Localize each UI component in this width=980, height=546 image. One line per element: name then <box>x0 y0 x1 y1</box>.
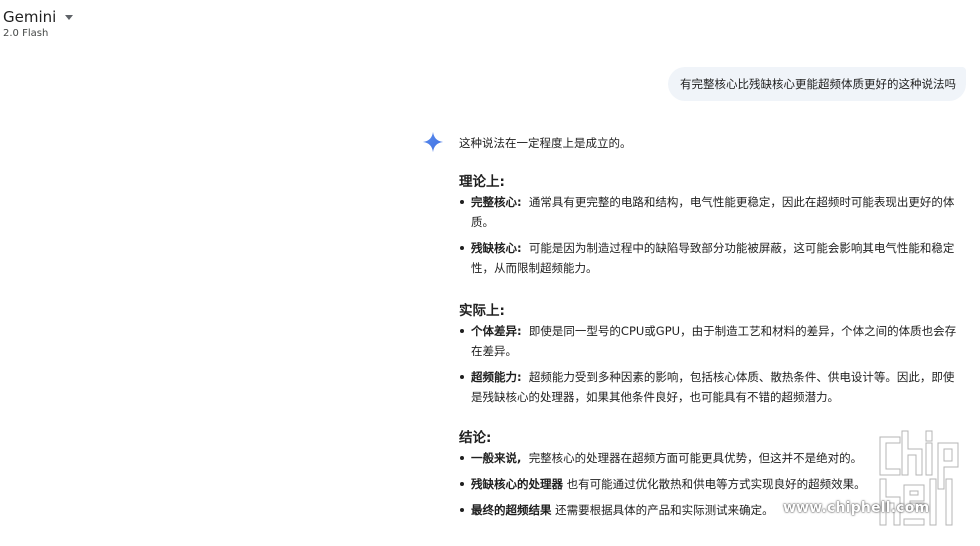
section-heading-practice: 实际上: <box>459 303 505 319</box>
list-item-text: 还需要根据具体的产品和实际测试来确定。 <box>555 503 774 517</box>
list-item-term: 完整核心: <box>471 195 522 209</box>
model-version: 2.0 Flash <box>3 28 49 39</box>
theory-list: 完整核心: 通常具有更完整的电路和结构，电气性能更稳定，因此在超频时可能表现出更… <box>459 192 959 278</box>
practice-list: 个体差异: 即使是同一型号的CPU或GPU，由于制造工艺和材料的差异，个体之间的… <box>459 321 959 407</box>
list-item-term: 残缺核心的处理器 <box>471 477 563 491</box>
section-heading-theory: 理论上: <box>459 174 505 190</box>
list-item-term: 个体差异: <box>471 324 522 338</box>
list-item-text: 也有可能通过优化散热和供电等方式实现良好的超频效果。 <box>566 477 866 491</box>
list-item-term: 最终的超频结果 <box>471 503 552 517</box>
list-item-term: 残缺核心: <box>471 241 522 255</box>
list-item-text: 即使是同一型号的CPU或GPU，由于制造工艺和材料的差异，个体之间的体质也会存在… <box>471 324 957 358</box>
model-selector[interactable]: Gemini <box>3 8 74 26</box>
caret-down-icon <box>65 15 74 20</box>
list-item: 完整核心: 通常具有更完整的电路和结构，电气性能更稳定，因此在超频时可能表现出更… <box>459 192 959 232</box>
model-name: Gemini <box>3 8 57 26</box>
watermark-url: www.chiphell.com <box>783 500 930 516</box>
response-intro: 这种说法在一定程度上是成立的。 <box>459 136 632 150</box>
gemini-sparkle-icon <box>422 131 444 153</box>
list-item: 个体差异: 即使是同一型号的CPU或GPU，由于制造工艺和材料的差异，个体之间的… <box>459 321 959 361</box>
list-item: 残缺核心: 可能是因为制造过程中的缺陷导致部分功能被屏蔽，这可能会影响其电气性能… <box>459 238 959 278</box>
list-item-text: 完整核心的处理器在超频方面可能更具优势，但这并不是绝对的。 <box>528 451 863 465</box>
list-item-term: 一般来说, <box>471 451 522 465</box>
user-message-bubble: 有完整核心比残缺核心更能超频体质更好的这种说法吗 <box>668 67 966 101</box>
list-item-text: 超频能力受到多种因素的影响，包括核心体质、散热条件、供电设计等。因此，即使是残缺… <box>471 370 955 404</box>
list-item: 超频能力: 超频能力受到多种因素的影响，包括核心体质、散热条件、供电设计等。因此… <box>459 367 959 407</box>
list-item-text: 可能是因为制造过程中的缺陷导致部分功能被屏蔽，这可能会影响其电气性能和稳定性，从… <box>471 241 955 275</box>
user-message-text: 有完整核心比残缺核心更能超频体质更好的这种说法吗 <box>680 77 956 91</box>
gemini-chat-page: Gemini 2.0 Flash 有完整核心比残缺核心更能超频体质更好的这种说法… <box>0 0 980 546</box>
list-item-text: 通常具有更完整的电路和结构，电气性能更稳定，因此在超频时可能表现出更好的体质。 <box>471 195 955 229</box>
list-item-term: 超频能力: <box>471 370 522 384</box>
